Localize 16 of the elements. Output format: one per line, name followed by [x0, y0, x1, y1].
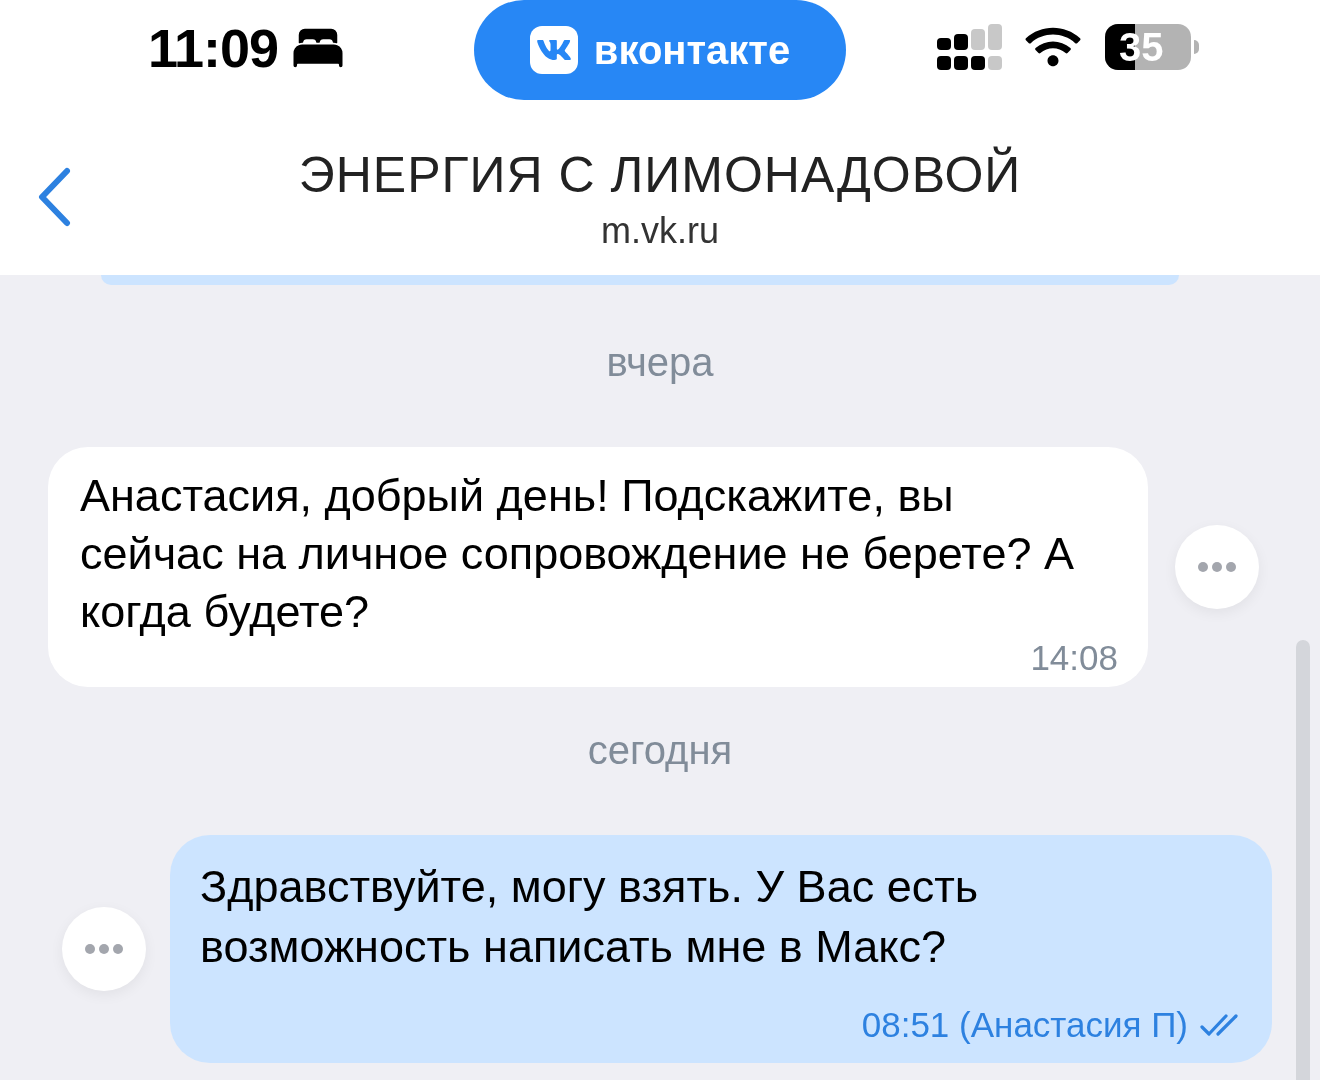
- message-text: Здравствуйте, могу взять. У Вас есть возможность написать мне в Макс?: [200, 860, 980, 974]
- chat-subtitle: m.vk.ru: [601, 209, 719, 253]
- back-icon: [37, 167, 71, 227]
- wifi-icon: [1025, 25, 1081, 69]
- app-pill[interactable]: вконтакте: [474, 0, 846, 100]
- logo-icon: [529, 26, 578, 74]
- message-text: Анастасия, добрый день! Подскажите, вы сейчас на личное сопровождение не берете? А когда будете?: [80, 469, 1075, 639]
- message-time: 08:51 (Анастасия П): [861, 1007, 1188, 1043]
- more-icon: [85, 944, 123, 954]
- signal-icon: [937, 24, 1003, 70]
- date-label: сегодня: [587, 727, 733, 773]
- status-time: 11:09: [148, 21, 279, 75]
- more-icon: [1198, 562, 1236, 572]
- message-time: 14:08: [1030, 641, 1118, 675]
- date-label: вчера: [606, 339, 714, 385]
- chat-title: ЭНЕРГИЯ С ЛИМОНАДОВОЙ: [298, 145, 1022, 205]
